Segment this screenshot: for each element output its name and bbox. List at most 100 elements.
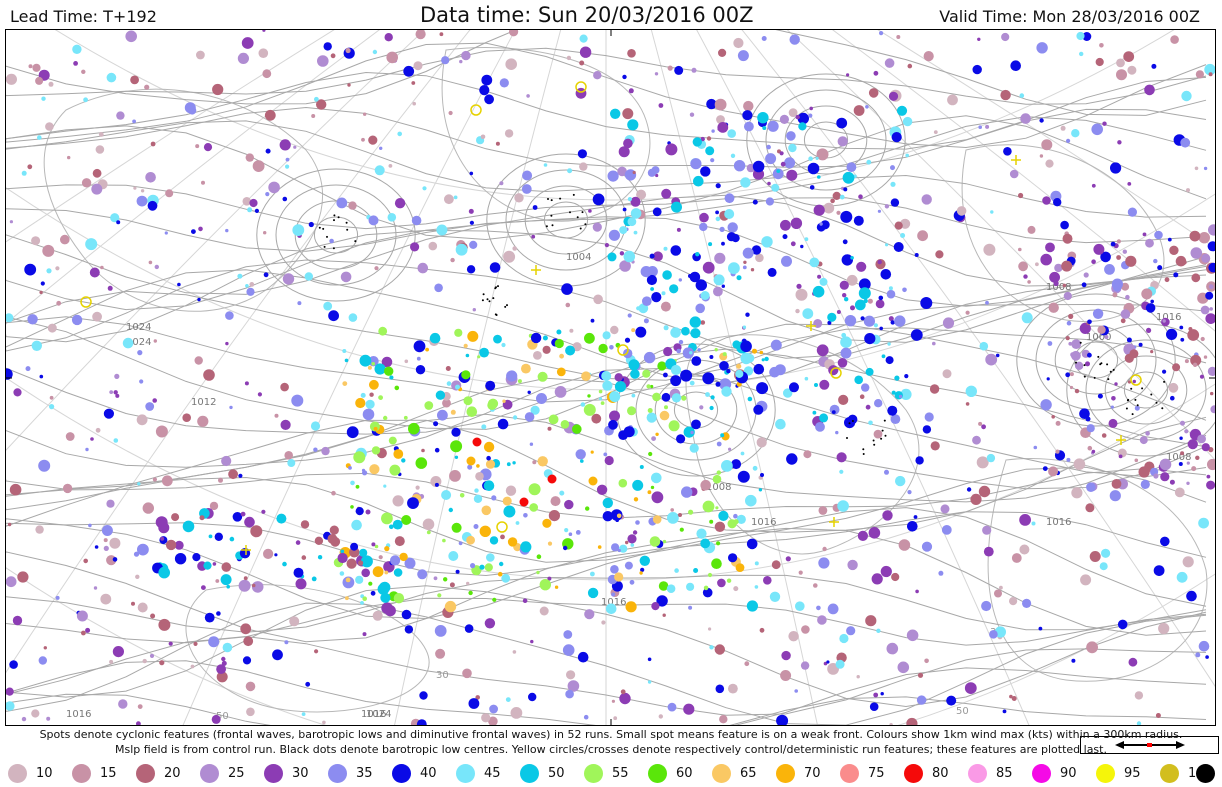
feature-spot — [218, 477, 223, 483]
feature-spot — [384, 33, 393, 42]
feature-spot — [922, 425, 932, 434]
feature-spot — [242, 656, 252, 665]
feature-spot — [921, 541, 933, 552]
feature-spot — [965, 310, 970, 315]
barotropic-low-dot — [1100, 362, 1103, 365]
feature-spot — [1036, 42, 1048, 54]
feature-spot — [1086, 424, 1095, 433]
barotropic-low-dot — [1112, 368, 1115, 371]
feature-spot — [627, 313, 632, 318]
feature-spot — [715, 506, 719, 510]
feature-spot — [450, 409, 456, 415]
feature-spot — [369, 379, 379, 390]
feature-spot — [152, 477, 157, 482]
graticule-label: 30 — [436, 670, 449, 681]
feature-spot — [174, 553, 187, 565]
feature-spot — [896, 105, 908, 116]
feature-spot — [884, 469, 889, 475]
feature-spot — [602, 497, 613, 509]
feature-spot — [393, 568, 403, 577]
feature-spot — [221, 656, 226, 662]
feature-spot — [548, 414, 559, 425]
feature-spot — [411, 81, 416, 85]
feature-spot — [832, 191, 841, 200]
feature-spot — [336, 197, 348, 209]
feature-spot — [809, 257, 820, 268]
feature-spot — [628, 359, 640, 371]
feature-spot — [411, 215, 422, 226]
feature-spot — [1097, 393, 1103, 399]
feature-spot — [670, 245, 682, 256]
feature-spot — [360, 392, 366, 398]
barotropic-low-dot — [576, 216, 579, 219]
feature-spot — [863, 298, 868, 304]
feature-spot — [1116, 58, 1125, 68]
feature-spot — [1010, 60, 1021, 71]
feature-spot — [472, 437, 482, 447]
feature-spot — [910, 329, 923, 341]
feature-spot — [1085, 503, 1095, 513]
feature-spot — [548, 510, 561, 522]
feature-spot — [389, 375, 394, 380]
legend-swatch — [968, 764, 987, 783]
feature-spot — [505, 58, 517, 70]
feature-spot — [581, 371, 591, 382]
feature-spot — [282, 196, 288, 202]
feature-spot — [683, 703, 695, 715]
feature-spot — [667, 65, 673, 71]
feature-spot — [537, 456, 548, 467]
feature-spot — [165, 189, 174, 198]
feature-spot — [985, 124, 990, 129]
feature-spot — [554, 386, 567, 398]
feature-spot — [1179, 325, 1184, 330]
feature-spot — [721, 386, 732, 397]
feature-spot — [816, 605, 821, 611]
isobar-label: 1016 — [751, 517, 776, 528]
isobar-label: 1012 — [191, 397, 216, 408]
feature-spot — [607, 252, 617, 262]
feature-spot — [415, 485, 420, 490]
barotropic-low-dot — [332, 247, 335, 250]
feature-spot — [779, 151, 784, 156]
feature-spot — [246, 287, 255, 296]
feature-spot — [972, 64, 982, 75]
feature-spot — [17, 571, 29, 583]
feature-spot — [857, 530, 869, 541]
feature-spot — [425, 347, 429, 352]
feature-spot — [979, 341, 989, 351]
barotropic-low-dot — [851, 420, 854, 422]
feature-spot — [476, 464, 480, 468]
feature-spot — [1066, 320, 1072, 326]
feature-spot — [1061, 260, 1073, 272]
feature-spot — [38, 459, 51, 472]
feature-spot — [663, 372, 668, 378]
feature-spot — [753, 363, 765, 375]
feature-spot — [761, 236, 773, 248]
wind-speed-legend: 101520253035404550556065707580859095100 — [0, 759, 1222, 787]
feature-spot — [1069, 385, 1074, 390]
isobar-label: 1016 — [66, 709, 91, 720]
feature-spot — [678, 513, 682, 517]
feature-spot — [754, 561, 759, 566]
feature-spot — [846, 626, 856, 636]
barotropic-low-dot — [883, 419, 886, 422]
feature-spot — [379, 581, 391, 594]
feature-spot — [726, 232, 737, 242]
cyclone-feature-map[interactable]: 1024 1016 1016 1008 1008 1004 1024 1016 1016 1016… — [5, 29, 1219, 754]
feature-spot — [964, 682, 977, 694]
feature-spot — [314, 96, 319, 102]
feature-spot — [477, 355, 481, 359]
feature-spot — [9, 483, 22, 496]
feature-spot — [1187, 329, 1200, 341]
lead-time-label: Lead Time: T+192 — [10, 7, 157, 26]
feature-spot — [1140, 479, 1150, 489]
feature-spot — [728, 447, 732, 451]
feature-spot — [360, 601, 364, 605]
feature-spot — [106, 72, 117, 83]
feature-spot — [633, 230, 638, 235]
feature-spot — [1009, 694, 1013, 699]
legend-label: 90 — [1060, 766, 1077, 781]
barotropic-low-dot — [872, 439, 875, 442]
feature-spot — [413, 340, 426, 353]
feature-spot — [610, 565, 619, 574]
